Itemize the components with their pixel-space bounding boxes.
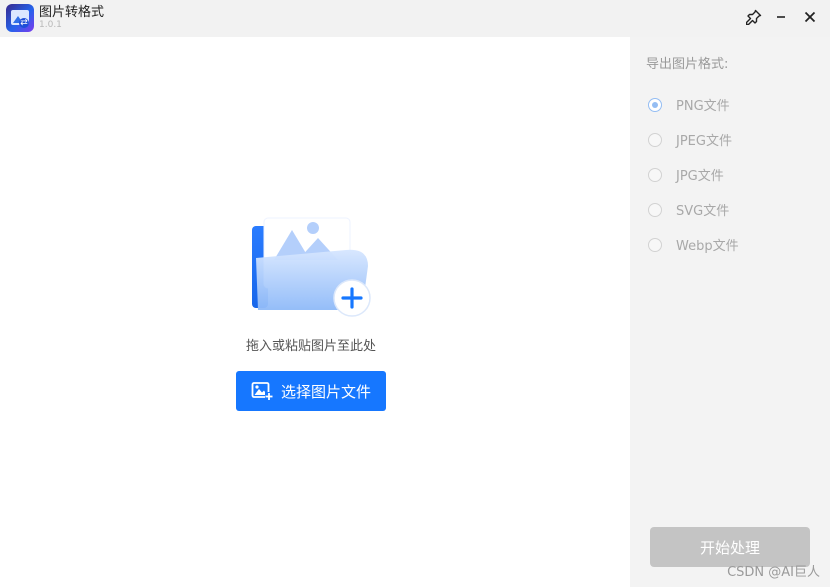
- format-label: Webp文件: [676, 239, 739, 254]
- format-sidebar: 导出图片格式: PNG文件 JPEG文件 JPG文件 SVG文件 Webp文件 …: [630, 37, 830, 587]
- format-label: JPEG文件: [676, 134, 732, 149]
- radio-button[interactable]: [648, 97, 662, 112]
- radio-button[interactable]: [648, 237, 662, 252]
- radio-button[interactable]: [648, 132, 662, 147]
- format-radio-group: PNG文件 JPEG文件 JPG文件 SVG文件 Webp文件: [648, 87, 739, 262]
- sidebar-title: 导出图片格式:: [646, 57, 729, 72]
- select-image-button-label: 选择图片文件: [280, 382, 371, 401]
- app-icon: [6, 4, 34, 32]
- format-option-webp[interactable]: Webp文件: [648, 227, 739, 262]
- format-label: JPG文件: [676, 169, 724, 184]
- pin-button[interactable]: [743, 6, 765, 28]
- close-button[interactable]: [799, 6, 821, 28]
- add-image-icon: [251, 382, 273, 400]
- select-image-button[interactable]: 选择图片文件: [236, 371, 386, 411]
- format-option-jpg[interactable]: JPG文件: [648, 157, 739, 192]
- app-version: 1.0.1: [39, 20, 62, 30]
- format-option-jpeg[interactable]: JPEG文件: [648, 122, 739, 157]
- watermark-text: CSDN @AI巨人: [727, 565, 820, 580]
- drop-hint-text: 拖入或粘贴图片至此处: [245, 339, 376, 354]
- close-icon: [804, 11, 816, 23]
- format-option-png[interactable]: PNG文件: [648, 87, 739, 122]
- format-label: PNG文件: [676, 99, 730, 114]
- title-bar: 图片转格式 1.0.1: [0, 0, 830, 37]
- app-title: 图片转格式: [39, 5, 105, 20]
- format-option-svg[interactable]: SVG文件: [648, 192, 739, 227]
- pin-icon: [746, 9, 762, 25]
- minimize-icon: [777, 16, 785, 18]
- format-label: SVG文件: [676, 204, 730, 219]
- minimize-button[interactable]: [770, 6, 792, 28]
- radio-button[interactable]: [648, 167, 662, 182]
- radio-button[interactable]: [648, 202, 662, 217]
- upload-folder-icon[interactable]: [250, 216, 376, 322]
